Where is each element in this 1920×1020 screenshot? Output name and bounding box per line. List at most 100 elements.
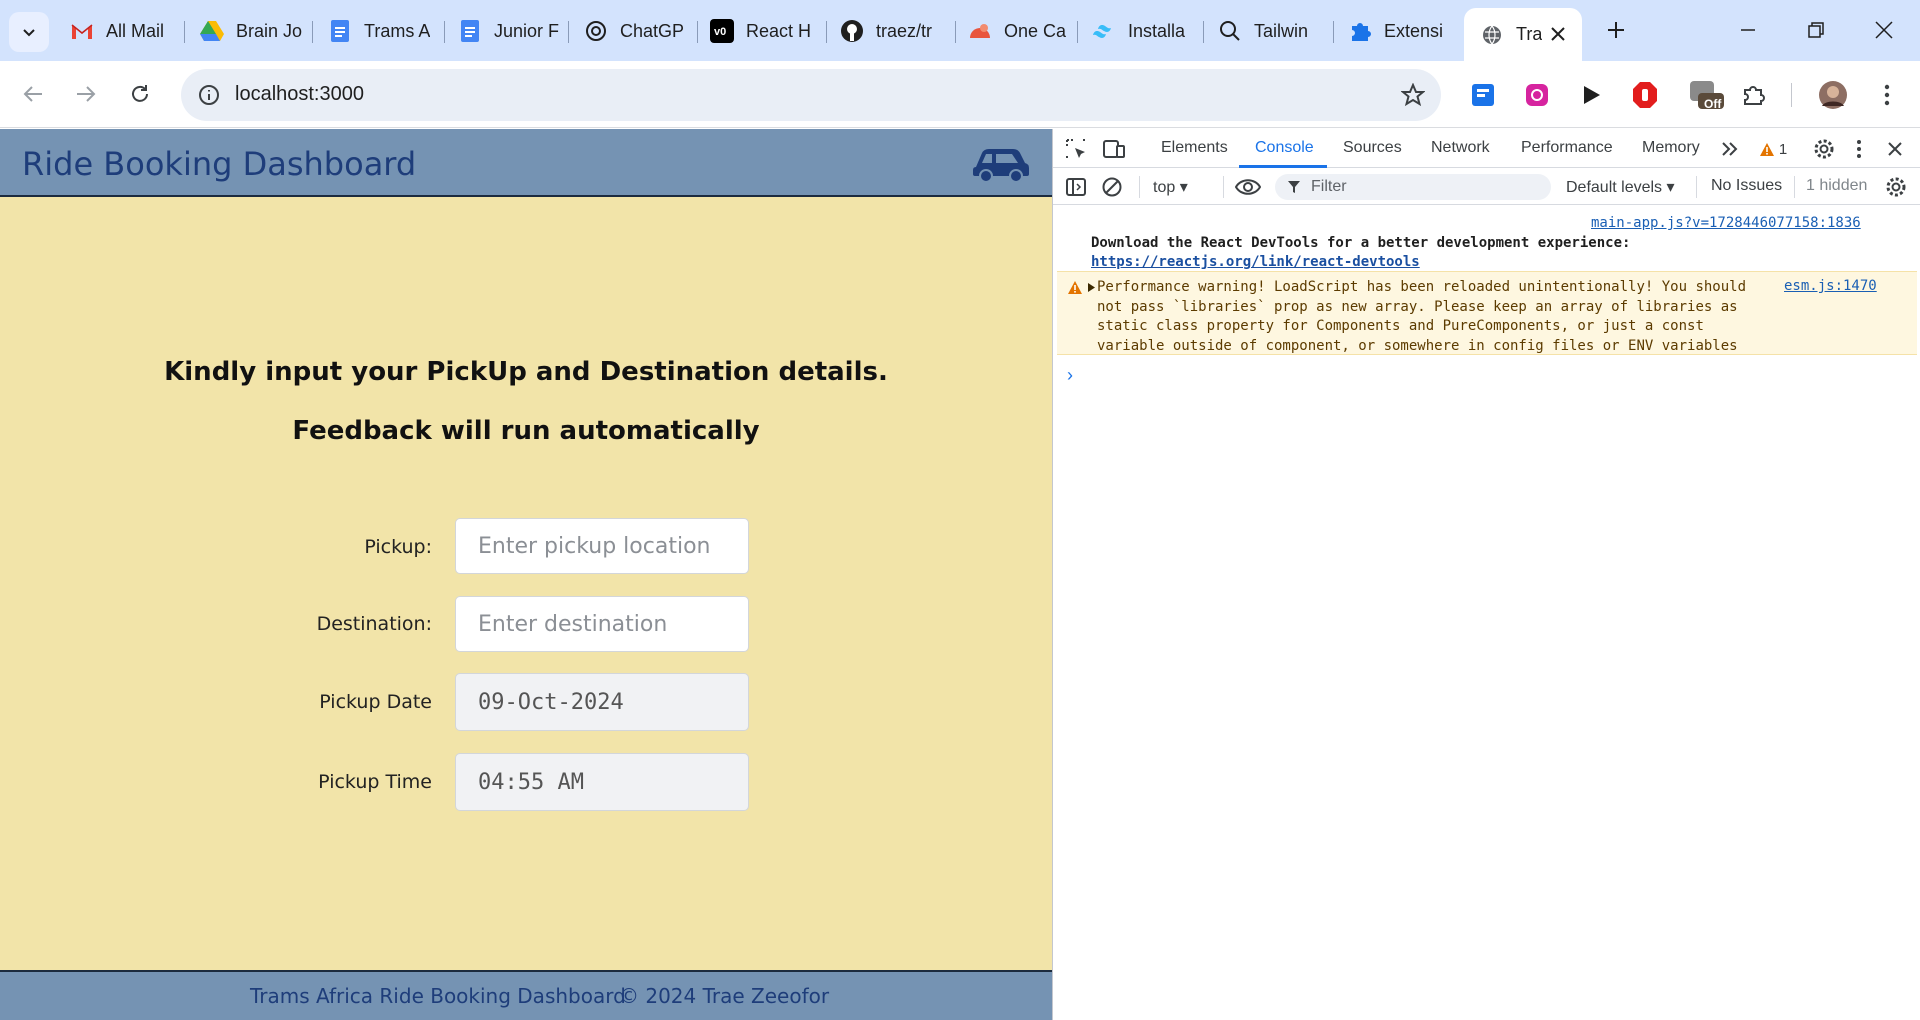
tab-search-button[interactable] <box>9 12 49 52</box>
warning-count: 1 <box>1778 140 1788 158</box>
context-selector[interactable]: top ▾ <box>1153 177 1188 197</box>
warning-source-link[interactable]: esm.js:1470 <box>1784 278 1877 294</box>
v0-icon: v0 <box>710 19 734 43</box>
extension-badge: Off <box>1704 97 1722 111</box>
devtools-tab-elements[interactable]: Elements <box>1161 139 1228 157</box>
context-value: top <box>1153 179 1176 196</box>
restore-button[interactable] <box>1788 10 1844 50</box>
browser-tab-react[interactable]: v0 React H <box>700 12 822 50</box>
address-bar[interactable]: localhost:3000 <box>181 69 1441 121</box>
minimize-icon <box>1741 29 1755 31</box>
react-devtools-link[interactable]: https://reactjs.org/link/react-devtools <box>1091 254 1420 270</box>
more-tabs-icon[interactable] <box>1717 136 1743 162</box>
google-docs-icon <box>328 19 352 43</box>
warning-text: Performance warning! LoadScript has been… <box>1097 279 1747 354</box>
search-icon <box>1218 19 1242 43</box>
devtools-tab-sources[interactable]: Sources <box>1343 139 1402 157</box>
pickup-input[interactable] <box>455 518 749 574</box>
extension-adblock-icon[interactable] <box>1628 78 1662 112</box>
site-info-icon[interactable] <box>195 81 223 109</box>
github-icon <box>840 19 864 43</box>
log-levels-dropdown[interactable]: Default levels ▾ <box>1566 177 1675 197</box>
devtools-tab-memory[interactable]: Memory <box>1642 139 1700 157</box>
url-text[interactable]: localhost:3000 <box>235 83 364 106</box>
browser-tab-extensions[interactable]: Extensi <box>1338 12 1460 50</box>
console-filter-input[interactable]: Filter <box>1275 174 1551 200</box>
browser-tab-drive[interactable]: Brain Jo <box>190 12 308 50</box>
close-devtools-icon[interactable] <box>1882 136 1908 162</box>
browser-menu-icon[interactable] <box>1870 78 1904 112</box>
console-prompt-caret[interactable]: › <box>1067 365 1073 386</box>
console-settings-gear-icon[interactable] <box>1883 174 1909 200</box>
browser-tab-gmail[interactable]: All Mail <box>60 12 180 50</box>
pickup-date-field[interactable]: 09-Oct-2024 <box>455 673 749 731</box>
browser-tab-onecat[interactable]: One Ca <box>958 12 1080 50</box>
log-levels-value: Default levels <box>1566 179 1663 196</box>
browser-tab-chatgpt[interactable]: ChatGP <box>574 12 696 50</box>
pickup-time-label: Pickup Time <box>318 771 432 793</box>
pickup-label: Pickup: <box>364 536 432 558</box>
console-warning-message: Performance warning! LoadScript has been… <box>1057 271 1917 355</box>
clear-console-icon[interactable] <box>1099 174 1125 200</box>
inspect-element-icon[interactable] <box>1063 136 1089 162</box>
reload-icon <box>132 85 148 102</box>
feedback-text: Feedback will run automatically <box>292 416 760 446</box>
arrow-left-icon <box>23 86 42 102</box>
close-tab-icon[interactable] <box>1546 22 1570 46</box>
close-window-button[interactable] <box>1856 10 1912 50</box>
browser-tab-tailwind-search[interactable]: Tailwin <box>1208 12 1330 50</box>
tab-label: Tailwin <box>1254 20 1309 41</box>
extension-play-icon[interactable] <box>1574 78 1608 112</box>
hidden-messages-count: 1 hidden <box>1806 177 1868 194</box>
settings-gear-icon[interactable] <box>1811 136 1837 162</box>
filter-placeholder: Filter <box>1311 178 1347 195</box>
issues-link[interactable]: No Issues <box>1711 177 1782 195</box>
tab-label: React H <box>746 20 812 41</box>
browser-toolbar: localhost:3000 Off <box>0 61 1920 128</box>
browser-tab-strip: All Mail Brain Jo Trams A Junior F ChatG… <box>0 0 1920 61</box>
sidebar-toggle-icon[interactable] <box>1063 174 1089 200</box>
devtools-tab-console[interactable]: Console <box>1255 139 1314 157</box>
extension-instagram-icon[interactable] <box>1520 78 1554 112</box>
expand-triangle-icon[interactable] <box>1087 282 1096 293</box>
bookmark-star-icon[interactable] <box>1399 81 1427 109</box>
profile-avatar[interactable] <box>1816 78 1850 112</box>
device-toolbar-icon[interactable] <box>1101 136 1127 162</box>
devtools-tab-network[interactable]: Network <box>1431 139 1490 157</box>
extension-form-icon[interactable] <box>1466 78 1500 112</box>
devtools-menu-icon[interactable] <box>1846 136 1872 162</box>
tab-label: One Ca <box>1004 20 1067 41</box>
minimize-button[interactable] <box>1720 10 1776 50</box>
browser-tab-docs-junior[interactable]: Junior F <box>448 12 570 50</box>
live-expression-eye-icon[interactable] <box>1235 174 1261 200</box>
destination-label: Destination: <box>316 613 432 635</box>
destination-input[interactable] <box>455 596 749 652</box>
browser-tab-docs-trams[interactable]: Trams A <box>318 12 440 50</box>
pickup-time-field[interactable]: 04:55 AM <box>455 753 749 811</box>
message-source-link[interactable]: main-app.js?v=1728446077158:1836 <box>1591 215 1861 231</box>
back-button[interactable] <box>15 76 51 112</box>
extensions-puzzle-icon[interactable] <box>1736 78 1770 112</box>
browser-tab-active[interactable]: Tra <box>1464 8 1582 61</box>
devtools-tab-performance[interactable]: Performance <box>1521 139 1613 157</box>
chatgpt-icon <box>584 19 608 43</box>
tab-label: ChatGP <box>620 20 685 41</box>
warnings-badge[interactable]: 1 <box>1753 136 1793 162</box>
forward-button[interactable] <box>68 76 104 112</box>
footer-copyright: © 2024 Trae Zeeofor <box>619 984 830 1008</box>
browser-tab-tailwind-install[interactable]: Installa <box>1082 12 1204 50</box>
tab-label: Extensi <box>1384 20 1444 41</box>
google-docs-icon <box>458 19 482 43</box>
extension-off-icon[interactable]: Off <box>1684 78 1728 112</box>
app-header: Ride Booking Dashboard <box>0 129 1052 197</box>
browser-tab-github[interactable]: traez/tr <box>830 12 952 50</box>
tab-label: Tra <box>1516 24 1543 44</box>
tab-label: Installa <box>1128 20 1186 41</box>
new-tab-button[interactable] <box>1598 12 1634 48</box>
tab-label: Junior F <box>494 20 560 41</box>
arrow-right-icon <box>77 86 96 102</box>
page-title: Ride Booking Dashboard <box>22 145 417 183</box>
console-filter-bar: top ▾ Filter Default levels ▾ No Issues … <box>1053 168 1920 205</box>
instruction-text: Kindly input your PickUp and Destination… <box>164 357 888 387</box>
reload-button[interactable] <box>122 76 158 112</box>
